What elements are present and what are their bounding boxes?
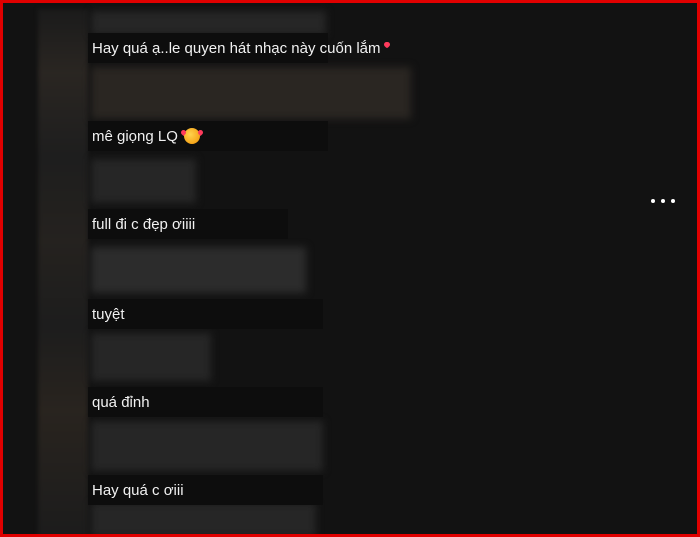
blurred-avatar-column xyxy=(38,9,88,534)
blurred-username xyxy=(91,11,326,35)
blurred-username xyxy=(91,159,196,203)
comment-text: Hay quá ạ..le quyen hát nhạc này cuốn lắ… xyxy=(92,39,381,57)
comment-item[interactable]: quá đỉnh xyxy=(88,387,323,417)
comment-text: quá đỉnh xyxy=(92,393,150,411)
blurred-username xyxy=(91,503,316,534)
more-options-icon[interactable] xyxy=(651,191,675,211)
comment-item[interactable]: tuyệt xyxy=(88,299,323,329)
comment-item[interactable]: Hay quá ạ..le quyen hát nhạc này cuốn lắ… xyxy=(88,33,381,63)
comment-text: tuyệt xyxy=(92,305,125,323)
comment-item[interactable]: full đi c đẹp ơiiii xyxy=(88,209,288,239)
smiling-face-with-hearts-icon xyxy=(183,128,200,144)
blurred-username xyxy=(91,333,211,381)
blurred-username xyxy=(91,421,323,471)
comment-item[interactable]: Hay quá c ơiii xyxy=(88,475,323,505)
comment-text: Hay quá c ơiii xyxy=(92,481,184,499)
dot xyxy=(661,199,665,203)
blurred-username xyxy=(91,247,306,293)
comment-text: mê giọng LQ xyxy=(92,127,178,145)
blurred-username xyxy=(91,67,411,119)
dot xyxy=(651,199,655,203)
comment-item[interactable]: mê giọng LQ xyxy=(88,121,328,151)
comment-text: full đi c đẹp ơiiii xyxy=(92,215,196,233)
comments-panel: Hay quá ạ..le quyen hát nhạc này cuốn lắ… xyxy=(0,0,700,537)
dot xyxy=(671,199,675,203)
